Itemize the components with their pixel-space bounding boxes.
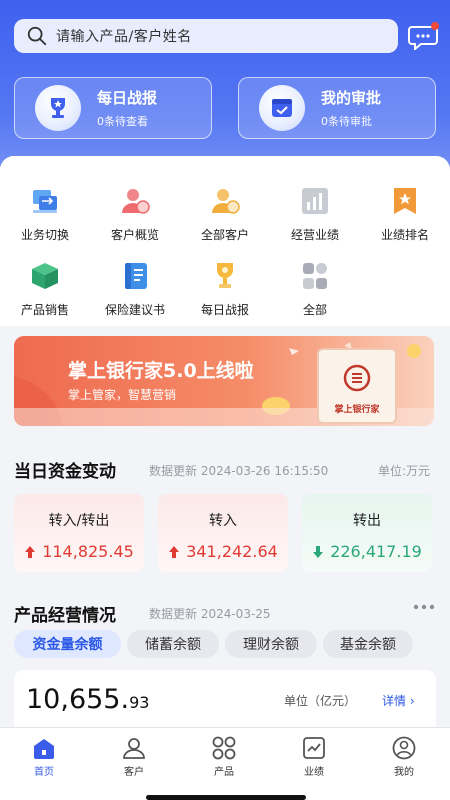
fund-card-net[interactable]: 转入/转出 114,825.45 bbox=[14, 494, 144, 572]
approval-card[interactable]: 我的审批 0条待审批 bbox=[238, 77, 436, 139]
search-icon bbox=[27, 26, 47, 46]
arrow-down-icon bbox=[313, 545, 324, 558]
card-title: 每日战报 bbox=[97, 89, 158, 107]
tab-wealth-balance[interactable]: 理财余额 bbox=[225, 630, 317, 658]
grid-label: 全部客户 bbox=[200, 228, 249, 242]
grid-label: 全部 bbox=[302, 303, 327, 317]
grid-item-all-customers[interactable]: 全部客户 bbox=[180, 186, 270, 243]
tabbar-label: 产品 bbox=[214, 767, 234, 778]
grid-item-business-switch[interactable]: 业务切换 bbox=[0, 186, 90, 243]
tabbar-label: 首页 bbox=[34, 767, 54, 778]
bank-logo-icon bbox=[343, 364, 371, 392]
grid-label: 每日战报 bbox=[200, 303, 249, 317]
home-icon bbox=[34, 739, 54, 759]
tabbar-mine[interactable]: 我的 bbox=[374, 736, 434, 778]
products-title: 产品经营情况 bbox=[14, 606, 116, 626]
book-title: 掌上银行家 bbox=[334, 405, 380, 415]
tabbar-label: 客户 bbox=[124, 767, 144, 778]
tabbar-customer[interactable]: 客户 bbox=[104, 736, 164, 778]
grid-label: 业绩排名 bbox=[380, 228, 429, 242]
card-title: 我的审批 bbox=[321, 89, 382, 107]
product-icon bbox=[212, 736, 236, 760]
banner-title: 掌上银行家5.0上线啦 bbox=[68, 360, 254, 382]
grid-item-ranking[interactable]: 业绩排名 bbox=[360, 186, 450, 243]
fund-value: 341,242.64 bbox=[186, 542, 278, 561]
business-performance-icon bbox=[302, 188, 328, 214]
detail-link[interactable]: 详情 › bbox=[382, 692, 415, 709]
product-sales-icon bbox=[32, 263, 58, 289]
grid-label: 产品销售 bbox=[20, 303, 69, 317]
profile-icon bbox=[392, 736, 416, 760]
fund-label: 转出 bbox=[353, 513, 381, 529]
card-subtitle: 0条待审批 bbox=[321, 115, 372, 128]
tab-capital-balance[interactable]: 资金量余额 bbox=[14, 630, 121, 658]
funds-unit: 单位:万元 bbox=[378, 464, 431, 478]
fund-card-in[interactable]: 转入 341,242.64 bbox=[158, 494, 288, 572]
daily-report-icon bbox=[217, 263, 233, 288]
tabbar-performance[interactable]: 业绩 bbox=[284, 736, 344, 778]
business-switch-icon bbox=[33, 190, 57, 213]
insurance-proposal-icon bbox=[125, 263, 147, 289]
ranking-icon bbox=[394, 188, 416, 214]
grid-label: 客户概览 bbox=[110, 228, 159, 242]
fund-label: 转入/转出 bbox=[48, 513, 110, 529]
customer-overview-icon bbox=[122, 189, 150, 214]
balance-value: 10,655.93 bbox=[26, 684, 150, 715]
grid-item-insurance-proposal[interactable]: 保险建议书 bbox=[90, 261, 180, 318]
bottom-tabbar: 首页 客户 产品 业绩 我的 bbox=[0, 727, 450, 800]
tab-fund-balance[interactable]: 基金余额 bbox=[323, 630, 413, 658]
tabbar-home[interactable]: 首页 bbox=[14, 736, 74, 778]
fund-label: 转入 bbox=[209, 513, 237, 529]
function-grid: 业务切换 客户概览 全部客户 经营业绩 业绩排名 产品销售 保险建议书 每日战报… bbox=[0, 156, 450, 326]
customer-icon bbox=[123, 738, 145, 759]
performance-icon bbox=[303, 737, 325, 759]
trophy-icon bbox=[35, 85, 81, 131]
tabbar-label: 我的 bbox=[394, 767, 414, 778]
grid-item-all[interactable]: 全部 bbox=[270, 261, 360, 318]
banner-subtitle: 掌上管家，智慧营销 bbox=[68, 388, 177, 402]
tabbar-product[interactable]: 产品 bbox=[194, 736, 254, 778]
funds-title: 当日资金变动 bbox=[14, 462, 116, 482]
home-indicator bbox=[146, 795, 306, 800]
grid-label: 业务切换 bbox=[20, 228, 69, 242]
fund-value: 114,825.45 bbox=[42, 542, 134, 561]
banner-book-image: 掌上银行家 bbox=[317, 348, 397, 424]
tab-savings-balance[interactable]: 储蓄余额 bbox=[127, 630, 219, 658]
grid-item-daily-report[interactable]: 每日战报 bbox=[180, 261, 270, 318]
grid-label: 经营业绩 bbox=[290, 228, 339, 242]
arrow-up-icon bbox=[169, 545, 180, 558]
grid-label: 保险建议书 bbox=[104, 303, 165, 317]
arrow-up-icon bbox=[25, 545, 36, 558]
all-apps-icon bbox=[303, 263, 327, 289]
fund-value: 226,417.19 bbox=[330, 542, 422, 561]
search-bar[interactable]: 请输入产品/客户姓名 bbox=[14, 19, 398, 53]
more-icon[interactable] bbox=[412, 603, 436, 611]
balance-unit: 单位（亿元） bbox=[284, 694, 357, 708]
search-placeholder: 请输入产品/客户姓名 bbox=[56, 29, 192, 45]
notification-dot bbox=[431, 22, 439, 30]
product-tabs: 资金量余额 储蓄余额 理财余额 基金余额 bbox=[14, 630, 434, 660]
card-subtitle: 0条待查看 bbox=[97, 115, 148, 128]
grid-item-customer-overview[interactable]: 客户概览 bbox=[90, 186, 180, 243]
funds-update-time: 数据更新 2024-03-26 16:15:50 bbox=[149, 464, 329, 478]
daily-report-card[interactable]: 每日战报 0条待查看 bbox=[14, 77, 212, 139]
products-update-time: 数据更新 2024-03-25 bbox=[149, 607, 271, 621]
approval-icon bbox=[259, 85, 305, 131]
tabbar-label: 业绩 bbox=[304, 767, 324, 778]
promo-banner[interactable]: 掌上银行家5.0上线啦 掌上管家，智慧营销 掌上银行家 bbox=[14, 336, 434, 426]
grid-item-business-performance[interactable]: 经营业绩 bbox=[270, 186, 360, 243]
grid-item-product-sales[interactable]: 产品销售 bbox=[0, 261, 90, 318]
fund-card-out[interactable]: 转出 226,417.19 bbox=[302, 494, 432, 572]
all-customers-icon bbox=[212, 189, 240, 214]
